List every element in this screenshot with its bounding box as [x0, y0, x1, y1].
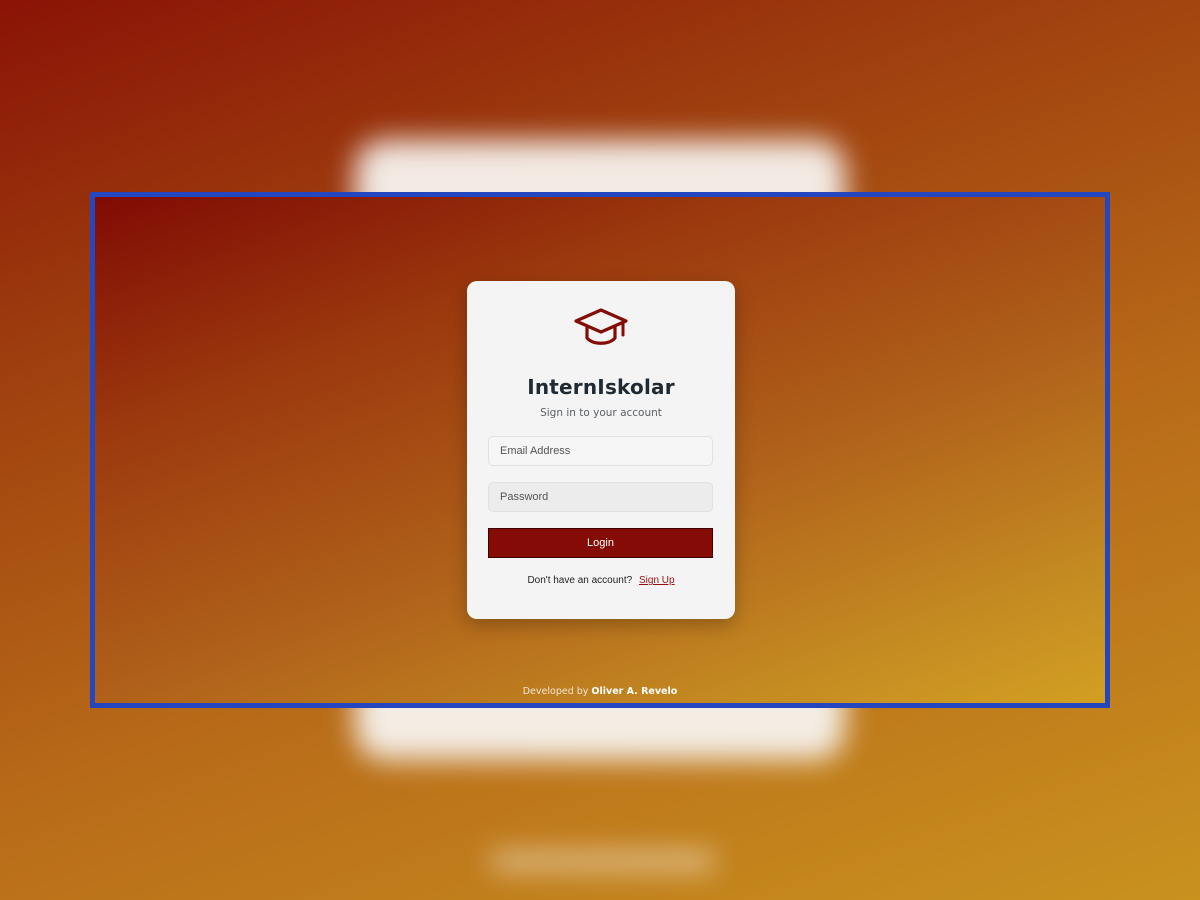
login-card: InternIskolar Sign in to your account Lo… — [467, 281, 735, 619]
viewport-frame: InternIskolar Sign in to your account Lo… — [90, 192, 1110, 708]
login-button[interactable]: Login — [488, 528, 713, 558]
footer-author: Oliver A. Revelo — [591, 686, 678, 697]
email-field[interactable] — [488, 436, 713, 466]
password-field[interactable] — [488, 482, 713, 512]
footer-prefix: Developed by — [522, 686, 592, 697]
footer: Developed by Oliver A. Revelo — [95, 686, 1105, 697]
blurred-footer — [490, 852, 715, 870]
graduation-cap-icon — [574, 308, 628, 345]
subtitle: Sign in to your account — [540, 407, 662, 419]
signup-prompt: Don't have an account? — [527, 575, 633, 586]
signup-link[interactable]: Sign Up — [639, 575, 675, 586]
signup-row: Don't have an account? Sign Up — [467, 575, 735, 586]
app-title: InternIskolar — [527, 375, 675, 399]
